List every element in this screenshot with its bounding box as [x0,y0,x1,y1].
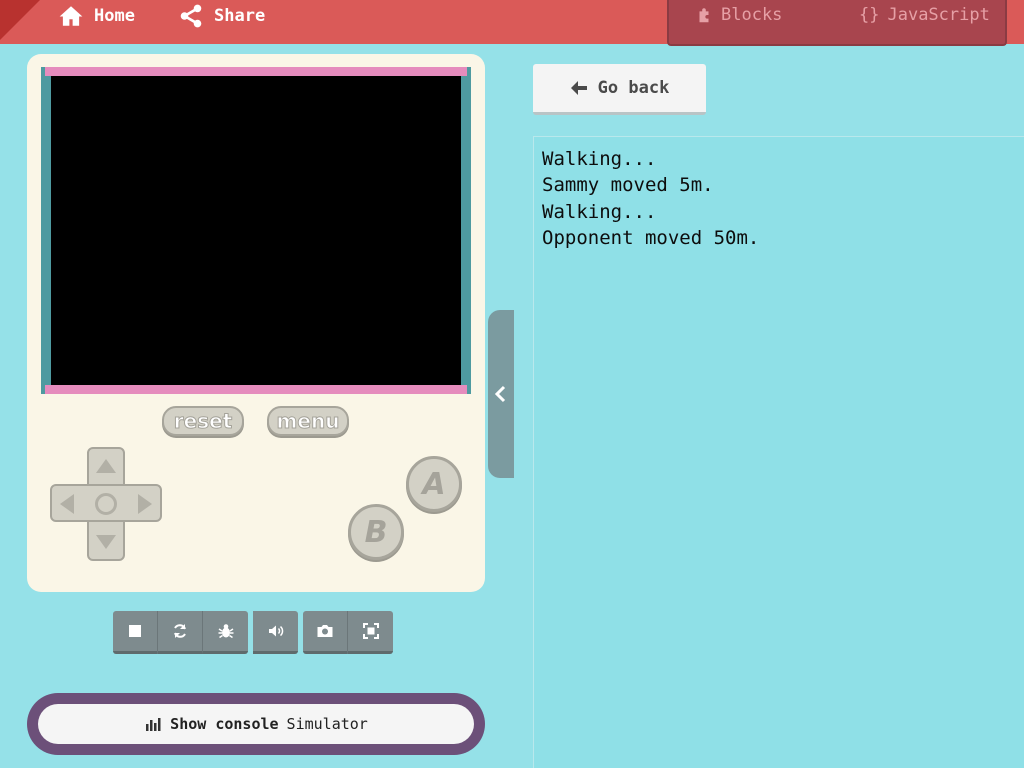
show-console-label: Show console [170,715,279,733]
sound-button[interactable] [253,611,298,654]
dpad-left-arrow[interactable] [60,494,74,514]
dpad-up-arrow[interactable] [96,459,116,473]
arrow-left-icon [570,81,587,95]
show-console-button[interactable]: Show console Simulator [38,704,474,744]
reset-button[interactable]: reset [162,406,244,436]
share-icon [180,4,202,28]
javascript-tab[interactable]: {} JavaScript [859,0,990,30]
dpad-down-arrow[interactable] [96,535,116,549]
console-line: Walking... [542,200,657,223]
screenshot-button[interactable] [303,611,348,654]
share-label: Share [214,6,266,26]
corner-flag [0,0,40,40]
blocks-tab[interactable]: Blocks [695,0,782,30]
collapse-panel-handle[interactable] [488,310,514,478]
dpad-center [95,493,117,515]
editor-toggle: Blocks {} JavaScript [667,0,1007,46]
dpad-right-arrow[interactable] [138,494,152,514]
console-line: Walking... [542,148,657,170]
share-link[interactable]: Share [178,0,265,32]
go-back-button[interactable]: Go back [533,64,706,115]
simulator-label: Simulator [286,715,368,733]
a-button[interactable]: A [406,456,462,512]
go-back-label: Go back [597,78,670,98]
speaker-icon [268,625,283,637]
bug-icon [218,624,233,639]
screen-border-top [45,67,467,76]
fullscreen-button[interactable] [348,611,393,654]
sim-toolbar-group-2 [253,611,298,654]
simulator-device: reset menu A B [27,54,485,592]
sim-toolbar-group-1 [113,611,248,654]
javascript-label: JavaScript [887,5,990,25]
restart-button[interactable] [158,611,203,654]
game-screen[interactable] [51,76,461,385]
debug-button[interactable] [203,611,248,654]
console-toggle-bar: Show console Simulator [27,693,485,755]
screen-border-bottom [45,385,467,394]
screen-frame [41,67,471,394]
restart-icon [174,624,186,638]
camera-icon [317,625,333,637]
console-line: Opponent moved 50m. [542,226,760,249]
braces-icon: {} [859,5,880,25]
sim-toolbar-group-3 [303,611,393,654]
console-panel: Walking... Sammy moved 5m. Walking... Op… [533,136,1024,768]
fullscreen-icon [362,623,379,639]
bar-chart-icon [146,718,161,731]
blocks-label: Blocks [721,5,783,25]
b-button[interactable]: B [348,504,404,560]
console-output: Walking... Sammy moved 5m. Walking... Op… [542,146,759,251]
home-label: Home [94,6,135,26]
home-icon [59,6,83,26]
console-line: Sammy moved 5m. [542,174,714,197]
stop-icon [129,625,141,637]
menu-button[interactable]: menu [267,406,349,436]
puzzle-icon [699,8,709,23]
chevron-left-icon [494,385,506,403]
stop-button[interactable] [113,611,158,654]
top-bar: Home Share Blocks {} JavaScript [0,0,1024,46]
dpad[interactable] [50,447,162,561]
home-link[interactable]: Home [58,0,135,32]
